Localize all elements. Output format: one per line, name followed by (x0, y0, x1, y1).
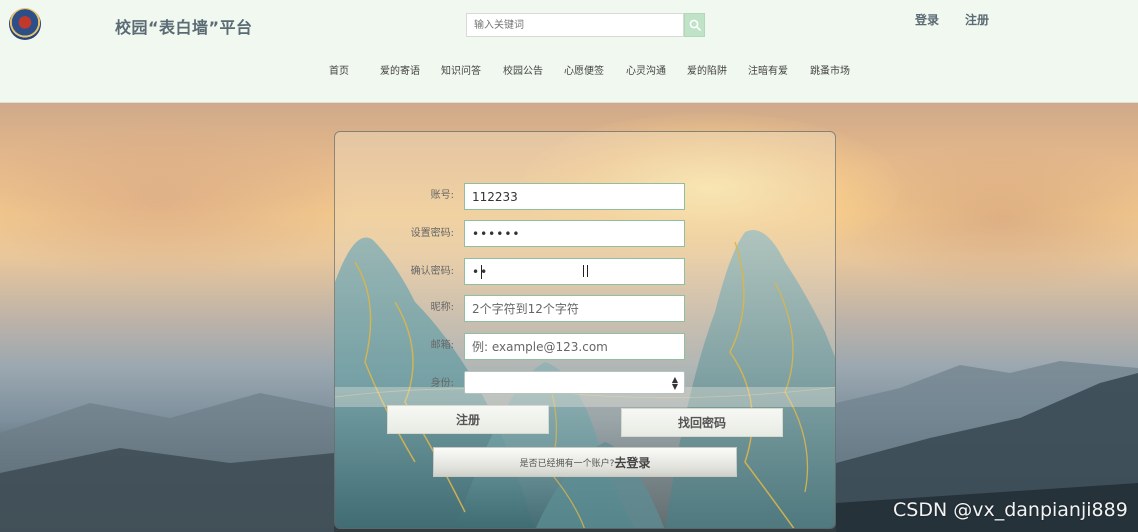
set-password-input[interactable] (464, 220, 685, 247)
nav-item-secret-love[interactable]: 注暗有爱 (748, 62, 788, 77)
text-cursor-icon (583, 265, 588, 277)
text-caret (481, 265, 482, 279)
login-question: 是否已经拥有一个账户? (519, 458, 615, 469)
login-link[interactable]: 登录 (915, 11, 939, 28)
account-input[interactable] (464, 183, 685, 210)
nav-item-flea-market[interactable]: 跳蚤市场 (810, 62, 850, 77)
select-arrows-icon: ▲ ▼ (671, 375, 678, 391)
register-button[interactable]: 注册 (387, 405, 549, 434)
search-input[interactable] (466, 13, 684, 37)
go-login-button[interactable]: 是否已经拥有一个账户? 去登录 (433, 447, 737, 477)
school-logo-icon (9, 8, 41, 40)
site-title: 校园“表白墙”平台 (115, 18, 253, 37)
account-label: 账号: (430, 190, 454, 201)
search-bar (466, 13, 705, 37)
recover-password-button[interactable]: 找回密码 (621, 408, 783, 437)
nav-item-announcements[interactable]: 校园公告 (503, 62, 543, 77)
confirm-password-input[interactable] (464, 258, 685, 285)
nav-item-love-traps[interactable]: 爱的陷阱 (687, 62, 727, 77)
nav-item-home[interactable]: 首页 (329, 62, 349, 77)
register-link[interactable]: 注册 (965, 11, 989, 28)
csdn-watermark: CSDN @vx_danpianji889 (893, 499, 1128, 521)
nickname-label: 昵称: (430, 302, 454, 313)
nickname-input[interactable] (464, 295, 685, 322)
nav-item-wish-notes[interactable]: 心愿便签 (564, 62, 604, 77)
nav-item-qa[interactable]: 知识问答 (441, 62, 481, 77)
nav-item-heart-talk[interactable]: 心灵沟通 (626, 62, 666, 77)
identity-label: 身份: (430, 378, 454, 389)
identity-select[interactable]: ▲ ▼ (464, 371, 685, 394)
confirm-password-label: 确认密码: (410, 266, 454, 277)
main-nav: 首页 爱的寄语 知识问答 校园公告 心愿便签 心灵沟通 爱的陷阱 注暗有爱 跳蚤… (0, 62, 1138, 77)
email-label: 邮箱: (430, 340, 454, 351)
search-button[interactable] (684, 13, 705, 37)
email-input[interactable] (464, 333, 685, 360)
site-header: 校园“表白墙”平台 登录 注册 首页 爱的寄语 知识问答 校园公告 心愿便签 心… (0, 0, 1138, 103)
search-icon (689, 19, 701, 31)
nav-item-love-messages[interactable]: 爱的寄语 (380, 62, 420, 77)
login-action: 去登录 (614, 455, 651, 470)
set-password-label: 设置密码: (410, 228, 454, 239)
